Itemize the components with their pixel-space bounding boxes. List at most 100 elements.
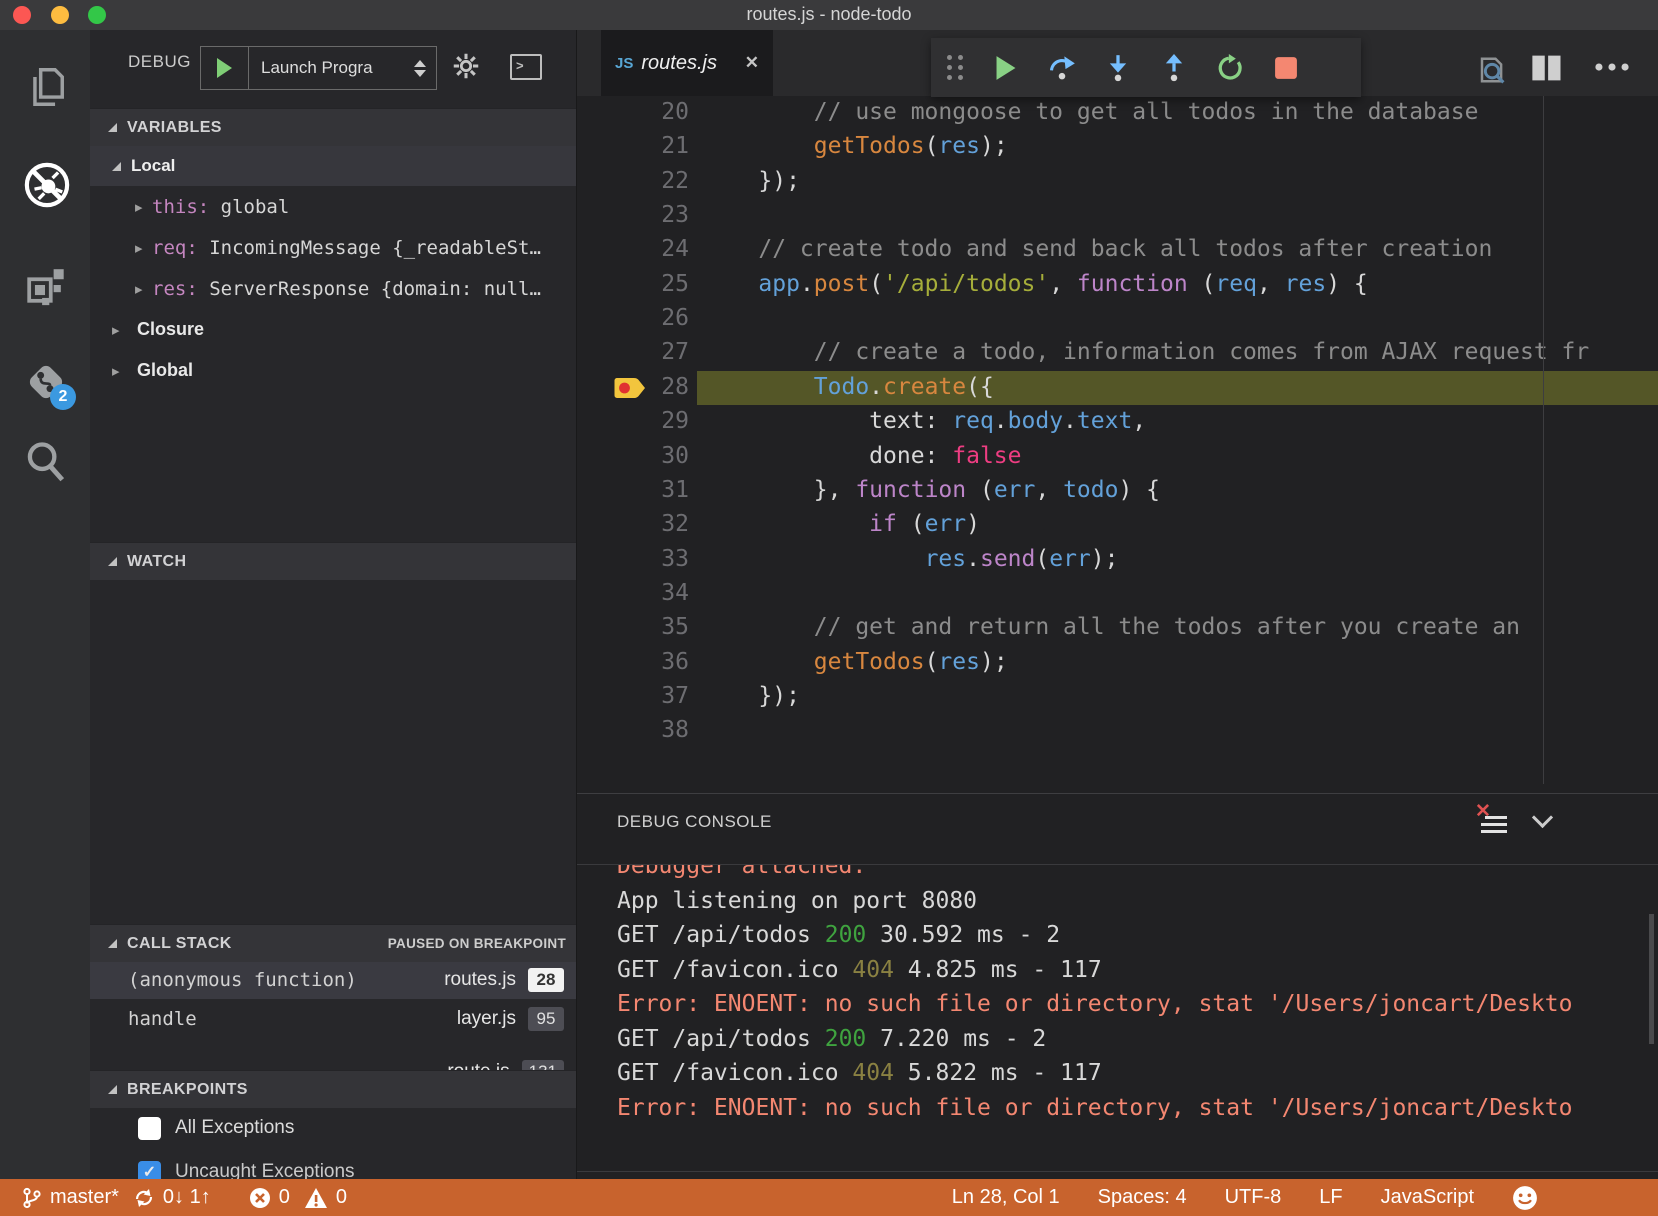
console-output[interactable]: Debugger attached.App listening on port … <box>577 865 1658 1141</box>
continue-button[interactable] <box>978 38 1034 97</box>
scope-local-row[interactable]: Local <box>90 146 576 186</box>
tab-filename: routes.js <box>641 52 734 75</box>
console-line: GET /api/todos 200 30.592 ms - 2 <box>577 918 1658 953</box>
variable-name: this: <box>152 196 209 218</box>
title-bar: routes.js - node-todo <box>0 0 1658 30</box>
step-into-button[interactable] <box>1090 38 1146 97</box>
code-line[interactable]: 33 res.send(err); <box>577 543 1658 577</box>
restart-button[interactable] <box>1202 38 1258 97</box>
line-number: 34 <box>577 580 689 606</box>
variable-row[interactable]: ▸this: global <box>90 186 576 227</box>
call-stack-frame[interactable]: (anonymous function)routes.js28 <box>90 960 576 999</box>
sync-item[interactable]: 0↓ 1↑ <box>133 1186 211 1209</box>
code-line[interactable]: 28 Todo.create({ <box>577 371 1658 405</box>
indentation-item[interactable]: Spaces: 4 <box>1098 1186 1187 1209</box>
code-line[interactable]: 30 done: false <box>577 440 1658 474</box>
breakpoints-section-header[interactable]: BREAKPOINTS <box>90 1070 576 1108</box>
code-line[interactable]: 36 getTodos(res); <box>577 646 1658 680</box>
extensions-icon[interactable] <box>22 262 68 308</box>
debug-toolbar <box>931 38 1361 97</box>
call-stack-section-header[interactable]: CALL STACK PAUSED ON BREAKPOINT <box>90 924 576 962</box>
console-scrollbar[interactable] <box>1649 914 1654 1044</box>
code-line[interactable]: 22 }); <box>577 165 1658 199</box>
code-text: // get and return all the todos after yo… <box>703 614 1520 640</box>
eol-item[interactable]: LF <box>1319 1186 1342 1209</box>
code-line[interactable]: 24 // create todo and send back all todo… <box>577 233 1658 267</box>
code-text: if (err) <box>703 511 980 537</box>
warnings-item[interactable]: 0 <box>304 1186 347 1209</box>
launch-config-value: Launch Progra <box>261 58 414 78</box>
language-mode-item[interactable]: JavaScript <box>1381 1186 1474 1209</box>
code-line[interactable]: 20 // use mongoose to get all todos in t… <box>577 96 1658 130</box>
stop-button[interactable] <box>1258 38 1314 97</box>
line-number: 25 <box>577 271 689 297</box>
explorer-icon[interactable] <box>22 64 68 110</box>
open-preview-icon[interactable] <box>1473 52 1509 93</box>
code-line[interactable]: 23 <box>577 199 1658 233</box>
code-line[interactable]: 31 }, function (err, todo) { <box>577 474 1658 508</box>
source-control-icon[interactable]: 2 <box>22 358 68 404</box>
line-number: 33 <box>577 546 689 572</box>
code-line[interactable]: 32 if (err) <box>577 508 1658 542</box>
encoding-item[interactable]: UTF-8 <box>1225 1186 1282 1209</box>
line-number: 37 <box>577 683 689 709</box>
breakpoint-label: All Exceptions <box>175 1117 294 1139</box>
code-line[interactable]: 27 // create a todo, information comes f… <box>577 336 1658 370</box>
more-actions-icon[interactable] <box>1593 60 1631 78</box>
checkbox[interactable]: ✓ <box>138 1161 161 1180</box>
launch-config-select[interactable]: Launch Progra <box>200 46 437 90</box>
code-line[interactable]: 34 <box>577 577 1658 611</box>
breakpoint-toggle-row[interactable]: ✓Uncaught Exceptions <box>90 1152 576 1179</box>
errors-item[interactable]: 0 <box>249 1186 290 1209</box>
code-line[interactable]: 25 app.post('/api/todos', function (req,… <box>577 268 1658 302</box>
cursor-position-item[interactable]: Ln 28, Col 1 <box>952 1186 1060 1209</box>
code-line[interactable]: 37 }); <box>577 680 1658 714</box>
source-control-badge: 2 <box>50 384 76 410</box>
console-line: GET /favicon.ico 404 5.822 ms - 117 <box>577 1056 1658 1091</box>
play-icon <box>217 58 232 78</box>
frame-file: layer.js <box>457 1008 516 1030</box>
step-over-button[interactable] <box>1034 38 1090 97</box>
close-icon[interactable]: ✕ <box>745 53 759 73</box>
console-line: App listening on port 8080 <box>577 884 1658 919</box>
code-line[interactable]: 38 <box>577 714 1658 748</box>
code-editor[interactable]: 20 // use mongoose to get all todos in t… <box>577 96 1658 784</box>
variables-section-header[interactable]: VARIABLES <box>90 108 576 146</box>
debug-sidebar: DEBUG Launch Progra > <box>90 30 576 1179</box>
call-stack-frame[interactable]: handlelayer.js95 <box>90 999 576 1038</box>
collapse-triangle-icon <box>108 123 117 132</box>
collapse-panel-icon[interactable] <box>1532 807 1553 828</box>
frame-file: routes.js <box>444 969 516 991</box>
feedback-smiley-icon[interactable] <box>1512 1185 1538 1211</box>
editor-group: JS routes.js ✕ <box>576 30 1658 1179</box>
code-line[interactable]: 26 <box>577 302 1658 336</box>
scope-global-row[interactable]: ▸Global <box>90 350 576 391</box>
tab-routes-js[interactable]: JS routes.js ✕ <box>601 30 773 96</box>
code-line[interactable]: 35 // get and return all the todos after… <box>577 611 1658 645</box>
git-branch-item[interactable]: master* <box>22 1186 119 1209</box>
scope-closure-row[interactable]: ▸Closure <box>90 309 576 350</box>
split-editor-icon[interactable] <box>1529 52 1565 89</box>
watch-section-header[interactable]: WATCH <box>90 542 576 580</box>
code-line[interactable]: 29 text: req.body.text, <box>577 405 1658 439</box>
configure-gear-icon[interactable] <box>452 52 480 85</box>
variable-row[interactable]: ▸req: IncomingMessage {_readableSt… <box>90 227 576 268</box>
search-icon[interactable] <box>22 438 68 484</box>
clear-console-icon[interactable]: ✕ <box>1477 808 1507 838</box>
open-console-icon[interactable]: > <box>510 54 542 80</box>
breakpoint-toggle-row[interactable]: All Exceptions <box>90 1108 576 1148</box>
drag-grip-icon[interactable] <box>947 55 964 80</box>
code-text: Todo.create({ <box>703 374 994 400</box>
step-out-button[interactable] <box>1146 38 1202 97</box>
variable-value: global <box>209 196 289 218</box>
status-bar: master* 0↓ 1↑ 0 <box>0 1179 1658 1216</box>
start-debug-button[interactable] <box>201 47 249 89</box>
debug-icon[interactable] <box>22 160 68 206</box>
checkbox[interactable] <box>138 1117 161 1140</box>
console-input-row[interactable]: ❯ process.en <box>577 1172 1658 1179</box>
debug-console-title: DEBUG CONSOLE <box>617 812 772 832</box>
variable-row[interactable]: ▸res: ServerResponse {domain: null… <box>90 268 576 309</box>
code-text: }, function (err, todo) { <box>703 477 1160 503</box>
code-line[interactable]: 21 getTodos(res); <box>577 130 1658 164</box>
editor-ruler <box>1543 96 1544 784</box>
